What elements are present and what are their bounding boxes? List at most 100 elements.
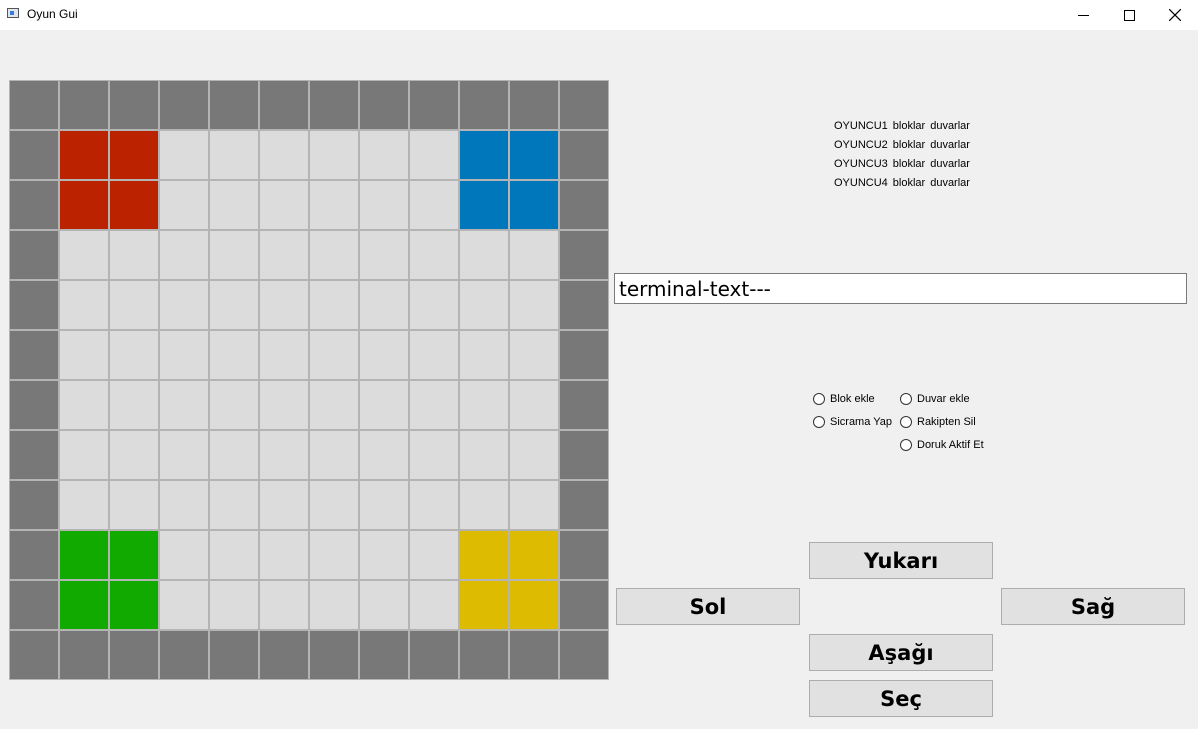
player-name: OYUNCU3 [834,158,888,170]
player-name: OYUNCU1 [834,120,888,132]
player-blocks: bloklar [892,158,926,170]
board-cell-wall [359,630,409,680]
board-cell-empty [59,380,109,430]
board-cell-yellow [509,530,559,580]
radio-label: Sicrama Yap [830,416,892,428]
board-cell-empty [409,430,459,480]
game-board [9,80,609,680]
board-cell-red [109,180,159,230]
left-button[interactable]: Sol [616,588,800,625]
board-cell-empty [209,430,259,480]
board-cell-empty [359,380,409,430]
board-cell-empty [259,380,309,430]
close-button[interactable] [1152,0,1198,30]
minimize-button[interactable] [1060,0,1106,30]
board-cell-wall [259,80,309,130]
board-cell-empty [309,280,359,330]
board-cell-wall [9,330,59,380]
board-cell-wall [309,80,359,130]
board-cell-empty [159,580,209,630]
right-button[interactable]: Sağ [1001,588,1185,625]
radio-duvar-ekle[interactable]: Duvar ekle [900,393,970,405]
board-cell-empty [109,480,159,530]
board-cell-wall [9,530,59,580]
radio-label: Doruk Aktif Et [917,439,984,451]
player-walls: duvarlar [930,120,970,132]
board-cell-empty [309,530,359,580]
up-button[interactable]: Yukarı [809,542,993,579]
board-cell-wall [159,80,209,130]
radio-label: Rakipten Sil [917,416,976,428]
board-cell-blue [459,180,509,230]
board-cell-empty [209,580,259,630]
board-cell-wall [59,80,109,130]
board-cell-wall [359,80,409,130]
radio-circle-icon [813,416,825,428]
board-cell-empty [159,480,209,530]
board-cell-empty [309,480,359,530]
board-cell-empty [209,530,259,580]
board-cell-wall [559,580,609,630]
board-cell-red [109,130,159,180]
player-walls: duvarlar [930,139,970,151]
player-row: OYUNCU1 bloklar duvarlar [834,118,975,137]
board-cell-empty [459,230,509,280]
board-cell-empty [259,130,309,180]
board-cell-blue [509,180,559,230]
board-cell-wall [59,630,109,680]
board-cell-yellow [509,580,559,630]
board-cell-empty [59,280,109,330]
board-cell-wall [109,80,159,130]
board-cell-empty [459,430,509,480]
board-cell-empty [409,280,459,330]
board-cell-empty [309,130,359,180]
board-cell-wall [9,480,59,530]
radio-rakipten-sil[interactable]: Rakipten Sil [900,416,976,428]
select-button[interactable]: Seç [809,680,993,717]
board-cell-empty [209,380,259,430]
board-cell-empty [159,180,209,230]
board-cell-empty [509,380,559,430]
board-cell-empty [309,580,359,630]
board-cell-wall [209,630,259,680]
board-cell-empty [459,330,509,380]
board-cell-wall [9,130,59,180]
board-cell-red [59,130,109,180]
down-button[interactable]: Aşağı [809,634,993,671]
board-cell-wall [9,580,59,630]
board-cell-wall [259,630,309,680]
board-cell-wall [559,530,609,580]
player-list: OYUNCU1 bloklar duvarlar OYUNCU2 bloklar duv… [834,118,975,194]
board-cell-empty [209,480,259,530]
board-cell-empty [309,180,359,230]
board-cell-empty [259,330,309,380]
board-cell-wall [559,630,609,680]
board-cell-yellow [459,530,509,580]
radio-sicrama-yap[interactable]: Sicrama Yap [813,416,892,428]
board-cell-empty [309,230,359,280]
board-cell-empty [509,280,559,330]
board-cell-empty [209,280,259,330]
board-cell-empty [259,530,309,580]
board-cell-empty [359,530,409,580]
player-name: OYUNCU2 [834,139,888,151]
board-cell-empty [359,280,409,330]
board-cell-yellow [459,580,509,630]
board-cell-wall [109,630,159,680]
board-cell-wall [9,230,59,280]
board-cell-empty [359,130,409,180]
close-icon [1169,9,1181,21]
terminal-output[interactable]: terminal-text--- [614,273,1187,304]
radio-blok-ekle[interactable]: Blok ekle [813,393,875,405]
board-cell-empty [159,330,209,380]
board-cell-empty [259,480,309,530]
board-cell-wall [559,430,609,480]
board-cell-empty [409,530,459,580]
board-cell-green [59,530,109,580]
maximize-button[interactable] [1106,0,1152,30]
board-cell-empty [209,230,259,280]
board-cell-wall [559,330,609,380]
radio-doruk-aktif-et[interactable]: Doruk Aktif Et [900,439,984,451]
player-blocks: bloklar [892,120,926,132]
board-cell-empty [259,430,309,480]
